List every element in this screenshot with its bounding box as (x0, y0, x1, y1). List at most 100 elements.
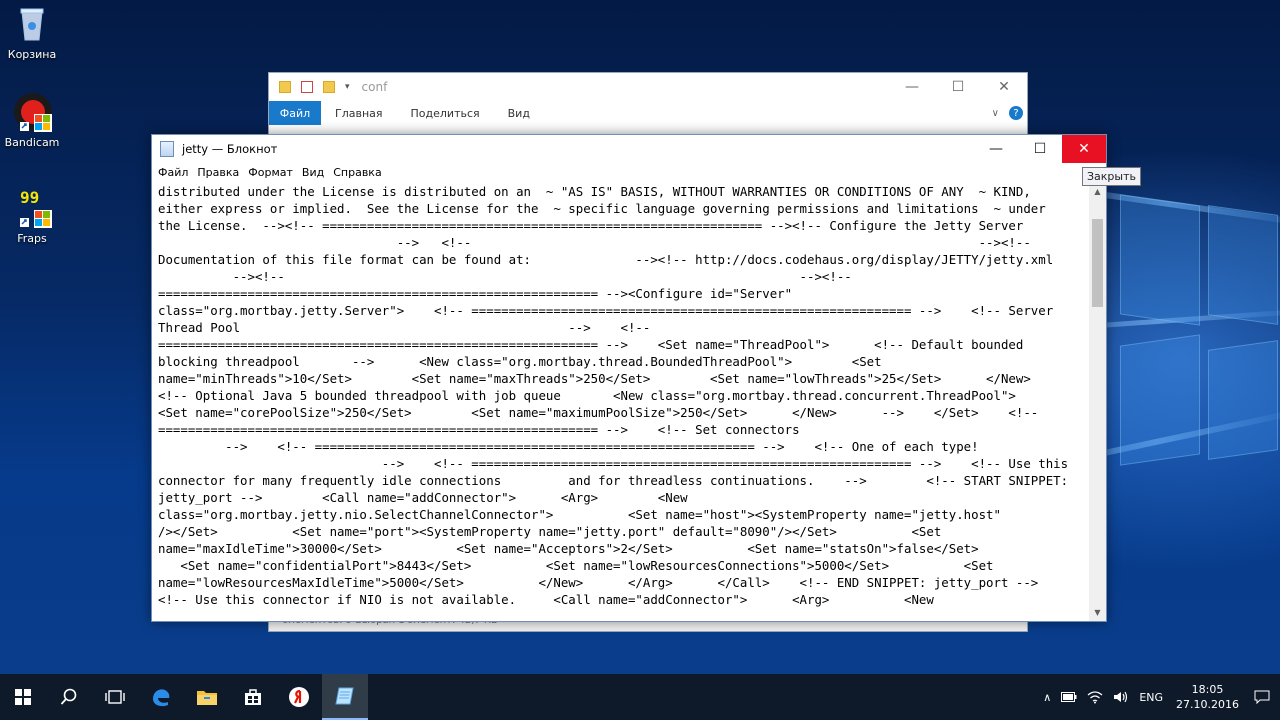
close-button[interactable]: ✕ (981, 73, 1027, 101)
close-button[interactable]: ✕ (1062, 135, 1106, 163)
taskbar-file-explorer[interactable] (184, 674, 230, 720)
taskbar-edge[interactable] (138, 674, 184, 720)
clock[interactable]: 18:05 27.10.2016 (1176, 682, 1239, 712)
bandicam-icon (12, 92, 52, 132)
menu-view[interactable]: Вид (302, 166, 324, 179)
file-explorer-icon (197, 691, 217, 705)
taskbar-store[interactable] (230, 674, 276, 720)
wallpaper-window-pane (1120, 194, 1200, 326)
text-line: --> <!-- ===============================… (158, 439, 979, 454)
menu-format[interactable]: Формат (248, 166, 293, 179)
ribbon-tab-view[interactable]: Вид (494, 107, 544, 120)
expand-ribbon-icon[interactable]: ∨ (992, 108, 999, 119)
text-line: <Set name="confidentialPort">8443</Set> … (158, 558, 994, 573)
desktop-icon-label: Bandicam (4, 136, 60, 149)
system-tray: ∧ ENG 18:05 27.10.2016 (1038, 674, 1280, 720)
desktop-icon-recycle-bin[interactable]: Корзина (0, 4, 64, 61)
task-view-button[interactable] (92, 674, 138, 720)
task-view-icon (105, 690, 125, 704)
menu-help[interactable]: Справка (333, 166, 381, 179)
input-language-indicator[interactable]: ENG (1139, 691, 1163, 704)
scrollbar-thumb[interactable] (1092, 219, 1103, 307)
properties-icon[interactable] (301, 81, 313, 93)
new-folder-icon[interactable] (323, 81, 335, 93)
show-hidden-icons-icon[interactable]: ∧ (1043, 691, 1051, 704)
text-line: --><!-- --><!-- (158, 269, 852, 284)
text-line: name="maxIdleTime">30000</Set> <Set name… (158, 541, 979, 556)
menu-file[interactable]: Файл (158, 166, 188, 179)
ribbon-tab-home[interactable]: Главная (321, 107, 397, 120)
text-line: --> <!-- --><!-- (158, 235, 1031, 250)
taskbar-notepad[interactable] (322, 674, 368, 720)
search-icon (60, 688, 77, 705)
notepad-app-icon (160, 141, 174, 157)
desktop-icon-fraps[interactable]: 99 Fraps (0, 188, 64, 245)
maximize-button[interactable]: ☐ (935, 73, 981, 101)
text-line: either express or implied. See the Licen… (158, 201, 1046, 216)
text-line: Documentation of this file format can be… (158, 252, 1054, 267)
quick-access-dropdown-icon[interactable]: ▾ (345, 82, 350, 92)
ribbon-tab-share[interactable]: Поделиться (397, 107, 494, 120)
maximize-button[interactable]: ☐ (1018, 135, 1062, 163)
windows-logo-icon (15, 689, 31, 705)
notepad-title: jetty — Блокнот (182, 142, 278, 156)
notepad-text-area[interactable]: distributed under the License is distrib… (152, 183, 1089, 621)
text-line: distributed under the License is distrib… (158, 184, 1031, 199)
taskbar-yandex-browser[interactable] (276, 674, 322, 720)
explorer-title: conf (361, 80, 388, 94)
text-line: class="org.mortbay.jetty.nio.SelectChann… (158, 507, 1001, 522)
minimize-button[interactable]: — (974, 135, 1018, 163)
desktop-icon-label: Fraps (17, 232, 47, 245)
volume-icon[interactable] (1113, 690, 1129, 704)
text-line: class="org.mortbay.jetty.Server"> <!-- =… (158, 303, 1054, 318)
clock-time: 18:05 (1191, 683, 1224, 696)
menu-edit[interactable]: Правка (197, 166, 239, 179)
help-icon[interactable]: ? (1009, 106, 1023, 120)
text-line: <!-- Use this connector if NIO is not av… (158, 592, 934, 607)
text-line: jetty_port --> <Call name="addConnector"… (158, 490, 688, 505)
text-line: the License. --><!-- ===================… (158, 218, 1024, 233)
text-line: --> <!-- ===============================… (158, 456, 1069, 471)
text-line: <!-- Optional Java 5 bounded threadpool … (158, 388, 1016, 403)
text-line: ========================================… (158, 337, 1024, 352)
notepad-menubar: Файл Правка Формат Вид Справка (152, 163, 1106, 181)
fraps-icon: 99 (12, 188, 52, 228)
ribbon-tab-file[interactable]: Файл (269, 101, 321, 125)
network-icon[interactable] (1087, 690, 1103, 704)
taskbar: ∧ ENG 18:05 27.10.2016 (0, 674, 1280, 720)
close-tooltip: Закрыть (1082, 167, 1141, 186)
search-button[interactable] (46, 674, 92, 720)
text-line: name="minThreads">10</Set> <Set name="ma… (158, 371, 1031, 386)
store-icon (245, 689, 261, 705)
text-line: /></Set> <Set name="port"><SystemPropert… (158, 524, 942, 539)
battery-icon[interactable] (1061, 692, 1077, 702)
notepad-icon (335, 687, 354, 705)
explorer-ribbon: Файл Главная Поделиться Вид ∨ ? (269, 101, 1027, 125)
folder-icon (279, 81, 291, 93)
wallpaper-window-pane (1120, 334, 1200, 466)
text-line: name="lowResourcesMaxIdleTime">5000</Set… (158, 575, 1039, 590)
explorer-titlebar[interactable]: ▾ conf — ☐ ✕ (269, 73, 1027, 101)
notepad-titlebar[interactable]: jetty — Блокнот — ☐ ✕ (152, 135, 1106, 163)
scroll-down-icon[interactable]: ▼ (1089, 604, 1106, 621)
minimize-button[interactable]: — (889, 73, 935, 101)
wallpaper-window-pane (1208, 340, 1278, 460)
text-line: <Set name="corePoolSize">250</Set> <Set … (158, 405, 1039, 420)
notepad-window[interactable]: jetty — Блокнот — ☐ ✕ Файл Правка Формат… (151, 134, 1107, 622)
yandex-browser-icon (289, 687, 309, 707)
text-line: Thread Pool --> <!-- (158, 320, 651, 335)
edge-browser-icon (153, 689, 170, 707)
start-button[interactable] (0, 674, 46, 720)
desktop-icon-label: Корзина (7, 48, 57, 61)
text-line: connector for many frequently idle conne… (158, 473, 1069, 488)
clock-date: 27.10.2016 (1176, 698, 1239, 711)
desktop-icon-bandicam[interactable]: Bandicam (0, 92, 64, 149)
text-line: ========================================… (158, 422, 800, 437)
recycle-bin-icon (12, 4, 52, 44)
desktop: Корзина Bandicam 99 Fraps ▾ conf — ☐ ✕ Ф… (0, 0, 1280, 674)
text-line: blocking threadpool --> <New class="org.… (158, 354, 882, 369)
action-center-icon[interactable] (1254, 690, 1270, 704)
vertical-scrollbar[interactable]: ▲ ▼ (1089, 183, 1106, 621)
text-line: ========================================… (158, 286, 793, 301)
wallpaper-window-pane (1208, 205, 1278, 325)
